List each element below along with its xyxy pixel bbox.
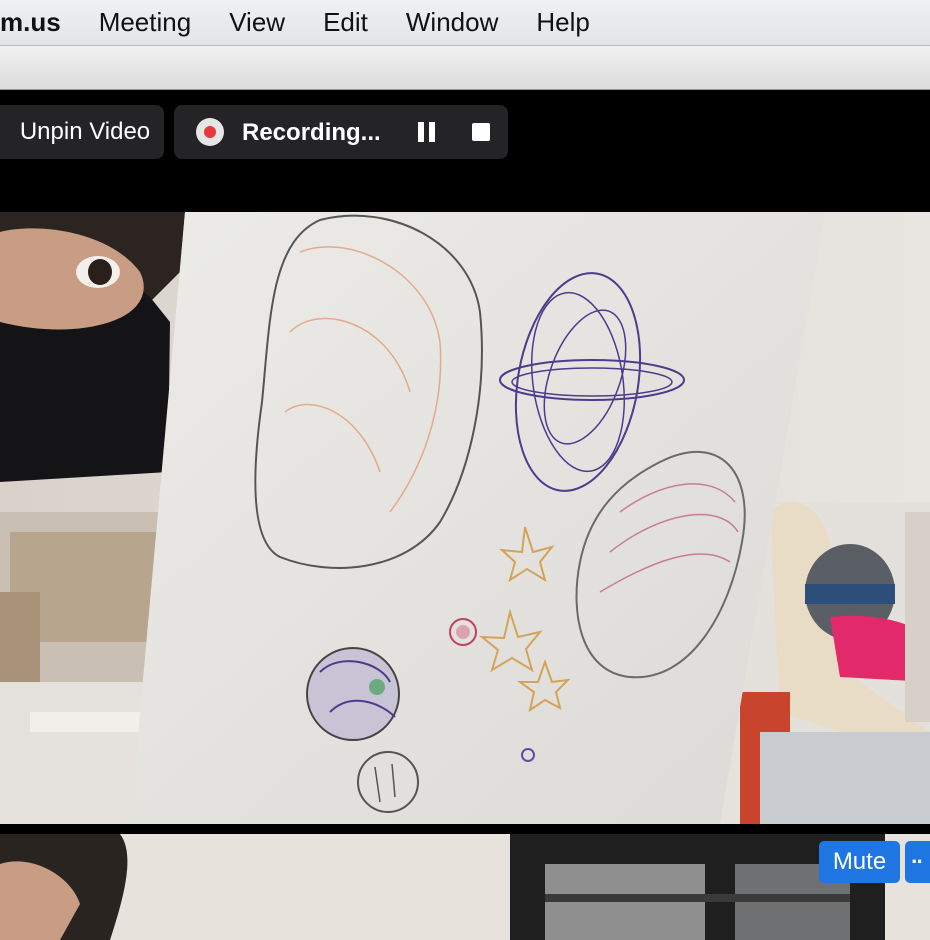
- recording-label: Recording...: [242, 119, 381, 146]
- meeting-toolbar: Unpin Video Recording...: [0, 90, 930, 212]
- menu-item-edit[interactable]: Edit: [323, 7, 368, 38]
- unpin-video-button[interactable]: Unpin Video: [0, 105, 164, 159]
- more-options-button[interactable]: ··: [905, 841, 930, 883]
- record-dot-icon: [196, 118, 224, 146]
- stop-icon[interactable]: [472, 123, 490, 141]
- pause-icon[interactable]: [417, 122, 437, 142]
- main-video-feed[interactable]: [0, 212, 930, 824]
- recording-indicator: Recording...: [174, 105, 508, 159]
- menu-item-meeting[interactable]: Meeting: [99, 7, 192, 38]
- menu-item-view[interactable]: View: [229, 7, 285, 38]
- menu-app-name[interactable]: m.us: [0, 7, 61, 38]
- window-title-bar[interactable]: [0, 46, 930, 90]
- menu-bar: m.us Meeting View Edit Window Help: [0, 0, 930, 46]
- video-frame: [0, 212, 930, 824]
- menu-item-window[interactable]: Window: [406, 7, 498, 38]
- mute-button[interactable]: Mute: [819, 841, 900, 883]
- thumbnail-frame: [0, 834, 930, 940]
- participant-video-thumbnail[interactable]: [0, 834, 930, 940]
- menu-item-help[interactable]: Help: [536, 7, 589, 38]
- video-separator: [0, 824, 930, 834]
